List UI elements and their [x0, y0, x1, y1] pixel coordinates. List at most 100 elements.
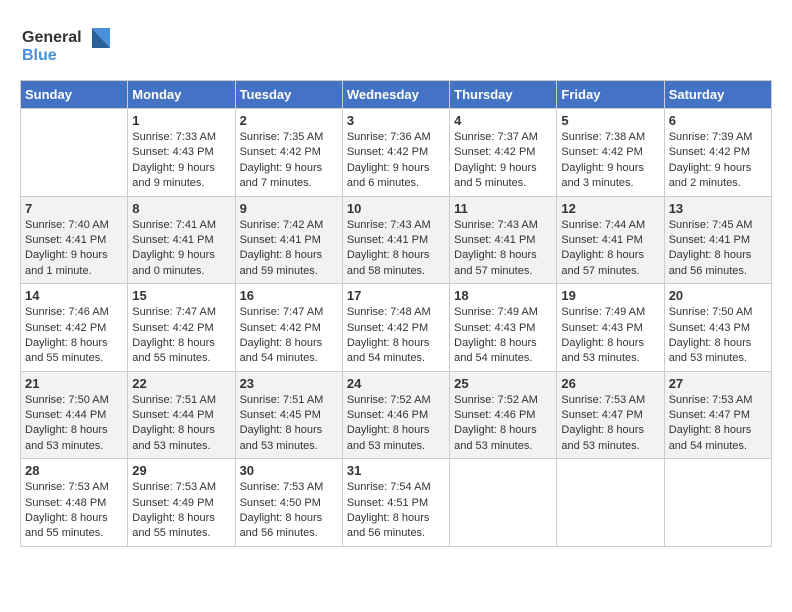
day-number: 6: [669, 113, 767, 128]
day-cell: 29 Sunrise: 7:53 AM Sunset: 4:49 PM Dayli…: [128, 459, 235, 547]
day-number: 25: [454, 376, 552, 391]
day-number: 16: [240, 288, 338, 303]
day-info: Sunrise: 7:53 AM Sunset: 4:48 PM Dayligh…: [25, 480, 123, 542]
day-header-saturday: Saturday: [664, 81, 771, 109]
day-header-monday: Monday: [128, 81, 235, 109]
day-info: Sunrise: 7:50 AM Sunset: 4:43 PM Dayligh…: [669, 305, 767, 367]
day-cell: 27 Sunrise: 7:53 AM Sunset: 4:47 PM Dayli…: [664, 371, 771, 459]
day-info: Sunrise: 7:36 AM Sunset: 4:42 PM Dayligh…: [347, 130, 445, 192]
day-number: 2: [240, 113, 338, 128]
day-header-thursday: Thursday: [450, 81, 557, 109]
day-info: Sunrise: 7:37 AM Sunset: 4:42 PM Dayligh…: [454, 130, 552, 192]
day-cell: 20 Sunrise: 7:50 AM Sunset: 4:43 PM Dayli…: [664, 284, 771, 372]
week-row-1: 1 Sunrise: 7:33 AM Sunset: 4:43 PM Daylig…: [21, 109, 772, 197]
svg-text:General: General: [22, 29, 82, 46]
day-cell: 5 Sunrise: 7:38 AM Sunset: 4:42 PM Daylig…: [557, 109, 664, 197]
day-cell: 17 Sunrise: 7:48 AM Sunset: 4:42 PM Dayli…: [342, 284, 449, 372]
day-info: Sunrise: 7:48 AM Sunset: 4:42 PM Dayligh…: [347, 305, 445, 367]
day-number: 11: [454, 201, 552, 216]
day-cell: 12 Sunrise: 7:44 AM Sunset: 4:41 PM Dayli…: [557, 196, 664, 284]
day-number: 29: [132, 463, 230, 478]
day-info: Sunrise: 7:33 AM Sunset: 4:43 PM Dayligh…: [132, 130, 230, 192]
day-cell: 16 Sunrise: 7:47 AM Sunset: 4:42 PM Dayli…: [235, 284, 342, 372]
day-number: 28: [25, 463, 123, 478]
day-cell: 15Sunrise: 7:47 AM Sunset: 4:42 PM Dayli…: [128, 284, 235, 372]
day-number: 3: [347, 113, 445, 128]
day-info: Sunrise: 7:54 AM Sunset: 4:51 PM Dayligh…: [347, 480, 445, 542]
day-cell: 26 Sunrise: 7:53 AM Sunset: 4:47 PM Dayli…: [557, 371, 664, 459]
day-number: 17: [347, 288, 445, 303]
day-cell: 7Sunrise: 7:40 AM Sunset: 4:41 PM Daylig…: [21, 196, 128, 284]
day-cell: [664, 459, 771, 547]
day-info: Sunrise: 7:35 AM Sunset: 4:42 PM Dayligh…: [240, 130, 338, 192]
day-cell: 6 Sunrise: 7:39 AM Sunset: 4:42 PM Daylig…: [664, 109, 771, 197]
day-cell: 1 Sunrise: 7:33 AM Sunset: 4:43 PM Daylig…: [128, 109, 235, 197]
day-info: Sunrise: 7:53 AM Sunset: 4:47 PM Dayligh…: [669, 393, 767, 455]
day-number: 20: [669, 288, 767, 303]
day-number: 9: [240, 201, 338, 216]
day-info: Sunrise: 7:43 AM Sunset: 4:41 PM Dayligh…: [347, 218, 445, 280]
day-header-sunday: Sunday: [21, 81, 128, 109]
day-cell: 28 Sunrise: 7:53 AM Sunset: 4:48 PM Dayli…: [21, 459, 128, 547]
day-cell: 2 Sunrise: 7:35 AM Sunset: 4:42 PM Daylig…: [235, 109, 342, 197]
logo-icon: General Blue: [20, 20, 130, 70]
calendar-table: SundayMondayTuesdayWednesdayThursdayFrid…: [20, 80, 772, 547]
day-info: Sunrise: 7:51 AM Sunset: 4:44 PM Dayligh…: [132, 393, 230, 455]
day-number: 27: [669, 376, 767, 391]
day-info: Sunrise: 7:53 AM Sunset: 4:47 PM Dayligh…: [561, 393, 659, 455]
day-info: Sunrise: 7:47 AM Sunset: 4:42 PM Dayligh…: [240, 305, 338, 367]
header: General Blue: [20, 20, 772, 70]
day-header-friday: Friday: [557, 81, 664, 109]
day-info: Sunrise: 7:41 AM Sunset: 4:41 PM Dayligh…: [132, 218, 230, 280]
day-number: 22: [132, 376, 230, 391]
calendar-header-row: SundayMondayTuesdayWednesdayThursdayFrid…: [21, 81, 772, 109]
day-cell: 31 Sunrise: 7:54 AM Sunset: 4:51 PM Dayli…: [342, 459, 449, 547]
day-info: Sunrise: 7:52 AM Sunset: 4:46 PM Dayligh…: [347, 393, 445, 455]
day-number: 5: [561, 113, 659, 128]
day-cell: [557, 459, 664, 547]
day-cell: 23Sunrise: 7:51 AM Sunset: 4:45 PM Dayli…: [235, 371, 342, 459]
week-row-4: 21 Sunrise: 7:50 AM Sunset: 4:44 PM Dayli…: [21, 371, 772, 459]
day-header-wednesday: Wednesday: [342, 81, 449, 109]
day-cell: 30Sunrise: 7:53 AM Sunset: 4:50 PM Dayli…: [235, 459, 342, 547]
day-number: 23: [240, 376, 338, 391]
day-info: Sunrise: 7:40 AM Sunset: 4:41 PM Dayligh…: [25, 218, 123, 280]
day-number: 13: [669, 201, 767, 216]
day-info: Sunrise: 7:53 AM Sunset: 4:49 PM Dayligh…: [132, 480, 230, 542]
day-info: Sunrise: 7:44 AM Sunset: 4:41 PM Dayligh…: [561, 218, 659, 280]
day-number: 10: [347, 201, 445, 216]
day-cell: 21 Sunrise: 7:50 AM Sunset: 4:44 PM Dayli…: [21, 371, 128, 459]
day-number: 24: [347, 376, 445, 391]
day-info: Sunrise: 7:50 AM Sunset: 4:44 PM Dayligh…: [25, 393, 123, 455]
day-cell: 25Sunrise: 7:52 AM Sunset: 4:46 PM Dayli…: [450, 371, 557, 459]
day-header-tuesday: Tuesday: [235, 81, 342, 109]
day-info: Sunrise: 7:42 AM Sunset: 4:41 PM Dayligh…: [240, 218, 338, 280]
day-number: 15: [132, 288, 230, 303]
day-info: Sunrise: 7:43 AM Sunset: 4:41 PM Dayligh…: [454, 218, 552, 280]
day-number: 1: [132, 113, 230, 128]
day-number: 18: [454, 288, 552, 303]
day-info: Sunrise: 7:45 AM Sunset: 4:41 PM Dayligh…: [669, 218, 767, 280]
day-cell: [21, 109, 128, 197]
day-number: 4: [454, 113, 552, 128]
day-info: Sunrise: 7:38 AM Sunset: 4:42 PM Dayligh…: [561, 130, 659, 192]
day-info: Sunrise: 7:49 AM Sunset: 4:43 PM Dayligh…: [454, 305, 552, 367]
day-info: Sunrise: 7:49 AM Sunset: 4:43 PM Dayligh…: [561, 305, 659, 367]
week-row-2: 7Sunrise: 7:40 AM Sunset: 4:41 PM Daylig…: [21, 196, 772, 284]
svg-text:Blue: Blue: [22, 47, 57, 64]
day-number: 26: [561, 376, 659, 391]
day-number: 12: [561, 201, 659, 216]
day-info: Sunrise: 7:46 AM Sunset: 4:42 PM Dayligh…: [25, 305, 123, 367]
calendar-body: 1 Sunrise: 7:33 AM Sunset: 4:43 PM Daylig…: [21, 109, 772, 547]
day-cell: 11 Sunrise: 7:43 AM Sunset: 4:41 PM Dayli…: [450, 196, 557, 284]
week-row-5: 28 Sunrise: 7:53 AM Sunset: 4:48 PM Dayli…: [21, 459, 772, 547]
day-number: 21: [25, 376, 123, 391]
day-cell: 22 Sunrise: 7:51 AM Sunset: 4:44 PM Dayli…: [128, 371, 235, 459]
day-number: 8: [132, 201, 230, 216]
day-info: Sunrise: 7:53 AM Sunset: 4:50 PM Dayligh…: [240, 480, 338, 542]
day-info: Sunrise: 7:39 AM Sunset: 4:42 PM Dayligh…: [669, 130, 767, 192]
day-number: 31: [347, 463, 445, 478]
day-cell: 14Sunrise: 7:46 AM Sunset: 4:42 PM Dayli…: [21, 284, 128, 372]
day-cell: 4 Sunrise: 7:37 AM Sunset: 4:42 PM Daylig…: [450, 109, 557, 197]
week-row-3: 14Sunrise: 7:46 AM Sunset: 4:42 PM Dayli…: [21, 284, 772, 372]
